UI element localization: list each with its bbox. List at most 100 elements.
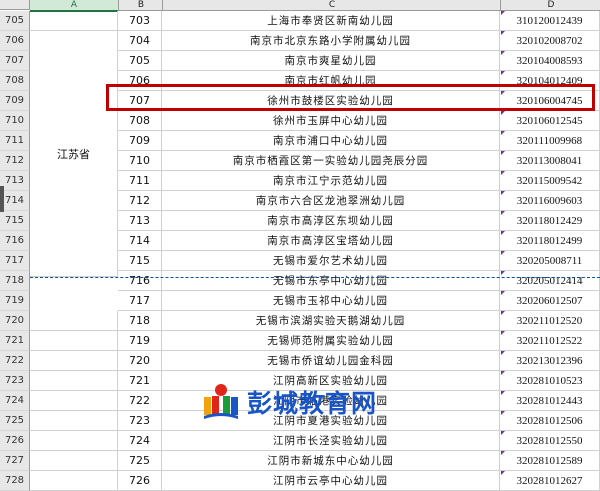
cell-code[interactable]: 320118012499	[500, 231, 600, 251]
cell-code[interactable]: 320104008593	[500, 51, 600, 71]
cell-number[interactable]: 710	[118, 151, 162, 171]
cell-a[interactable]	[30, 311, 118, 331]
row-number[interactable]: 727	[0, 451, 30, 471]
cell-kindergarten-name[interactable]: 南京市高淳区宝塔幼儿园	[162, 231, 500, 251]
row-number[interactable]: 724	[0, 391, 30, 411]
row-number[interactable]: 726	[0, 431, 30, 451]
row-number[interactable]: 713	[0, 171, 30, 191]
row-number[interactable]: 710	[0, 111, 30, 131]
cell-kindergarten-name[interactable]: 江阴市新城东中心幼儿园	[162, 451, 500, 471]
cell-kindergarten-name[interactable]: 南京市北京东路小学附属幼儿园	[162, 31, 500, 51]
cell-code[interactable]: 320281012506	[500, 411, 600, 431]
cell-number[interactable]: 712	[118, 191, 162, 211]
cell-kindergarten-name[interactable]: 无锡师范附属实验幼儿园	[162, 331, 500, 351]
cell-kindergarten-name[interactable]: 无锡市滨湖实验天鹅湖幼儿园	[162, 311, 500, 331]
cell-number[interactable]: 721	[118, 371, 162, 391]
cell-code[interactable]: 320281012589	[500, 451, 600, 471]
row-number[interactable]: 709	[0, 91, 30, 111]
row-number[interactable]: 719	[0, 291, 30, 311]
cell-code[interactable]: 320102008702	[500, 31, 600, 51]
cell-kindergarten-name[interactable]: 江阴市长泾实验幼儿园	[162, 431, 500, 451]
cell-code[interactable]: 320281012443	[500, 391, 600, 411]
row-number[interactable]: 711	[0, 131, 30, 151]
row-number[interactable]: 725	[0, 411, 30, 431]
row-number[interactable]: 707	[0, 51, 30, 71]
cell-number[interactable]: 718	[118, 311, 162, 331]
corner-select-all[interactable]	[0, 0, 30, 10]
cell-code[interactable]: 320113008041	[500, 151, 600, 171]
row-number[interactable]: 705	[0, 11, 30, 31]
cell-a[interactable]	[30, 11, 118, 31]
cell-kindergarten-name[interactable]: 南京市浦口中心幼儿园	[162, 131, 500, 151]
column-header-b[interactable]: B	[118, 0, 163, 11]
cell-number[interactable]: 706	[118, 71, 162, 91]
cell-code[interactable]: 310120012439	[500, 11, 600, 31]
cell-number[interactable]: 703	[118, 11, 162, 31]
row-number[interactable]: 718	[0, 271, 30, 291]
cell-code[interactable]: 320281010523	[500, 371, 600, 391]
cell-code[interactable]: 320211012520	[500, 311, 600, 331]
cell-code[interactable]: 320281012627	[500, 471, 600, 491]
cell-number[interactable]: 705	[118, 51, 162, 71]
cell-kindergarten-name[interactable]: 江阴市云亭中心幼儿园	[162, 471, 500, 491]
cell-a[interactable]	[30, 331, 118, 351]
cell-code[interactable]: 320213012396	[500, 351, 600, 371]
cell-number[interactable]: 707	[118, 91, 162, 111]
cell-number[interactable]: 719	[118, 331, 162, 351]
cell-code[interactable]: 320211012522	[500, 331, 600, 351]
row-number[interactable]: 716	[0, 231, 30, 251]
cell-code[interactable]: 320104012409	[500, 71, 600, 91]
cell-a[interactable]	[30, 371, 118, 391]
cell-kindergarten-name[interactable]: 无锡市玉祁中心幼儿园	[162, 291, 500, 311]
cell-number[interactable]: 724	[118, 431, 162, 451]
cell-kindergarten-name[interactable]: 上海市奉贤区新南幼儿园	[162, 11, 500, 31]
row-number[interactable]: 721	[0, 331, 30, 351]
cell-number[interactable]: 716	[118, 271, 162, 291]
cell-kindergarten-name[interactable]: 无锡市侨谊幼儿园金科园	[162, 351, 500, 371]
cell-a[interactable]	[30, 411, 118, 431]
row-number[interactable]: 712	[0, 151, 30, 171]
row-number[interactable]: 720	[0, 311, 30, 331]
cell-code[interactable]: 320118012429	[500, 211, 600, 231]
cell-code[interactable]: 320206012507	[500, 291, 600, 311]
row-number[interactable]: 708	[0, 71, 30, 91]
cell-number[interactable]: 720	[118, 351, 162, 371]
cell-kindergarten-name[interactable]: 南京市栖霞区第一实验幼儿园尧辰分园	[162, 151, 500, 171]
cell-a[interactable]	[30, 471, 118, 491]
cell-number[interactable]: 723	[118, 411, 162, 431]
cell-kindergarten-name[interactable]: 无锡市爱尔艺术幼儿园	[162, 251, 500, 271]
cell-number[interactable]: 726	[118, 471, 162, 491]
cell-number[interactable]: 714	[118, 231, 162, 251]
cell-kindergarten-name[interactable]: 无锡市东亭中心幼儿园	[162, 271, 500, 291]
cell-a[interactable]	[30, 431, 118, 451]
cell-number[interactable]: 713	[118, 211, 162, 231]
cell-kindergarten-name[interactable]: 南京市高淳区东坝幼儿园	[162, 211, 500, 231]
cell-code[interactable]: 320106012545	[500, 111, 600, 131]
cell-a[interactable]	[30, 391, 118, 411]
cell-kindergarten-name[interactable]: 南京市江宁示范幼儿园	[162, 171, 500, 191]
row-number[interactable]: 722	[0, 351, 30, 371]
cell-a[interactable]	[30, 451, 118, 471]
cell-kindergarten-name[interactable]: 南京市爽星幼儿园	[162, 51, 500, 71]
cell-code[interactable]: 320281012550	[500, 431, 600, 451]
cell-code[interactable]: 320111009968	[500, 131, 600, 151]
cell-code[interactable]: 320205008711	[500, 251, 600, 271]
row-number[interactable]: 717	[0, 251, 30, 271]
row-number[interactable]: 714	[0, 191, 30, 211]
column-header-c[interactable]: C	[162, 0, 501, 11]
cell-number[interactable]: 725	[118, 451, 162, 471]
cell-number[interactable]: 708	[118, 111, 162, 131]
cell-code[interactable]: 320116009603	[500, 191, 600, 211]
row-number[interactable]: 706	[0, 31, 30, 51]
row-number[interactable]: 728	[0, 471, 30, 491]
cell-number[interactable]: 715	[118, 251, 162, 271]
cell-code[interactable]: 320205012414	[500, 271, 600, 291]
province-cell[interactable]: 江苏省	[30, 31, 118, 277]
cell-kindergarten-name[interactable]: 南京市红帆幼儿园	[162, 71, 500, 91]
cell-kindergarten-name[interactable]: 南京市六合区龙池翠洲幼儿园	[162, 191, 500, 211]
cell-number[interactable]: 711	[118, 171, 162, 191]
split-handle[interactable]	[0, 186, 4, 212]
cell-kindergarten-name[interactable]: 徐州市玉屏中心幼儿园	[162, 111, 500, 131]
cell-a[interactable]	[30, 351, 118, 371]
cell-number[interactable]: 704	[118, 31, 162, 51]
